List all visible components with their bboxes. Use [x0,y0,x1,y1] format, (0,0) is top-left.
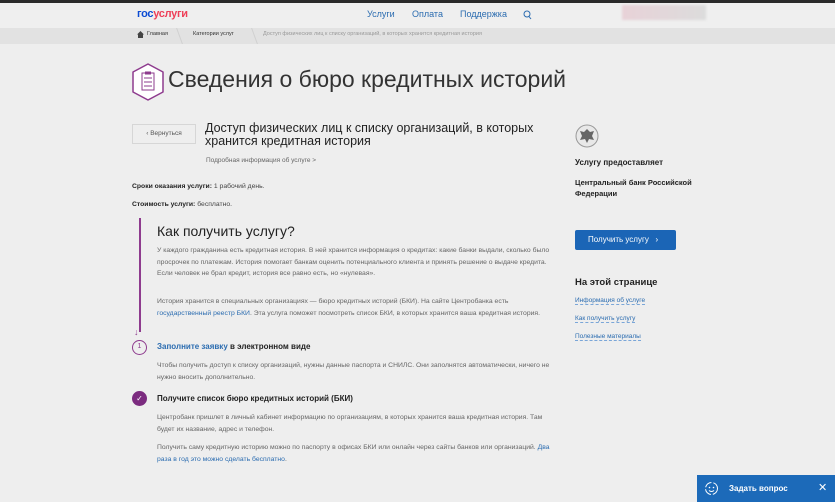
service-terms: Сроки оказания услуги: 1 рабочий день. [132,183,265,190]
step-2-title: Получите список бюро кредитных историй (… [157,394,353,403]
toc-heading: На этой странице [575,277,658,288]
close-icon[interactable]: ✕ [818,481,827,494]
chat-bot-icon [705,482,718,495]
breadcrumb-categories[interactable]: Категории услуг [193,31,234,37]
registry-link[interactable]: государственный реестр БКИ [157,310,250,317]
check-icon: ✓ [132,391,147,406]
step-number-badge: 1 [132,340,147,355]
search-icon[interactable] [523,10,532,20]
nav-payment[interactable]: Оплата [412,9,443,19]
chat-widget[interactable]: Задать вопрос ✕ [697,475,835,502]
step-2-text-2: Получить саму кредитную историю можно по… [157,444,550,463]
toc-item[interactable]: Как получить услугу [575,315,636,323]
get-service-button[interactable]: Получить услугу › [575,230,676,250]
clipboard-icon [132,63,164,101]
toc-item[interactable]: Полезные материалы [575,333,641,341]
ask-question-label: Задать вопрос [729,484,788,493]
service-title: Доступ физических лиц к списку организац… [205,121,534,148]
step-1-text: Чтобы получить доступ к списку организац… [157,362,550,381]
breadcrumb-home[interactable]: Главная [147,31,168,37]
timeline-line [139,218,141,332]
home-icon [137,31,144,38]
provider-label: Услугу предоставляет [575,158,664,167]
how-paragraph-2: История хранится в специальных организац… [157,298,540,317]
service-cost: Стоимость услуги: бесплатно. [132,201,233,208]
toc-item[interactable]: Информация об услуге [575,297,646,305]
breadcrumb-current: Доступ физических лиц к списку организац… [263,31,482,37]
step-1-title: Заполните заявку в электронном виде [157,342,311,351]
provider-name: Центральный банк Российской Федерации [575,178,692,198]
how-paragraph-1: У каждого гражданина есть кредитная исто… [157,247,550,277]
details-link[interactable]: Подробная информация об услуге > [206,157,316,164]
page-title: Сведения о бюро кредитных историй [168,66,567,92]
step-2-text: Центробанк пришлет в личный кабинет инфо… [157,414,543,433]
how-heading: Как получить услугу? [157,223,295,239]
fill-application-link[interactable]: Заполните заявку [157,342,228,351]
arrow-down-icon: ↓ [134,327,139,337]
user-profile-redacted[interactable] [622,5,706,20]
nav-support[interactable]: Поддержка [460,9,507,19]
logo[interactable]: госуслуги [137,8,188,20]
nav-services[interactable]: Услуги [367,9,395,19]
bank-emblem-icon [575,124,599,148]
back-button[interactable]: ‹ Вернуться [132,124,196,144]
